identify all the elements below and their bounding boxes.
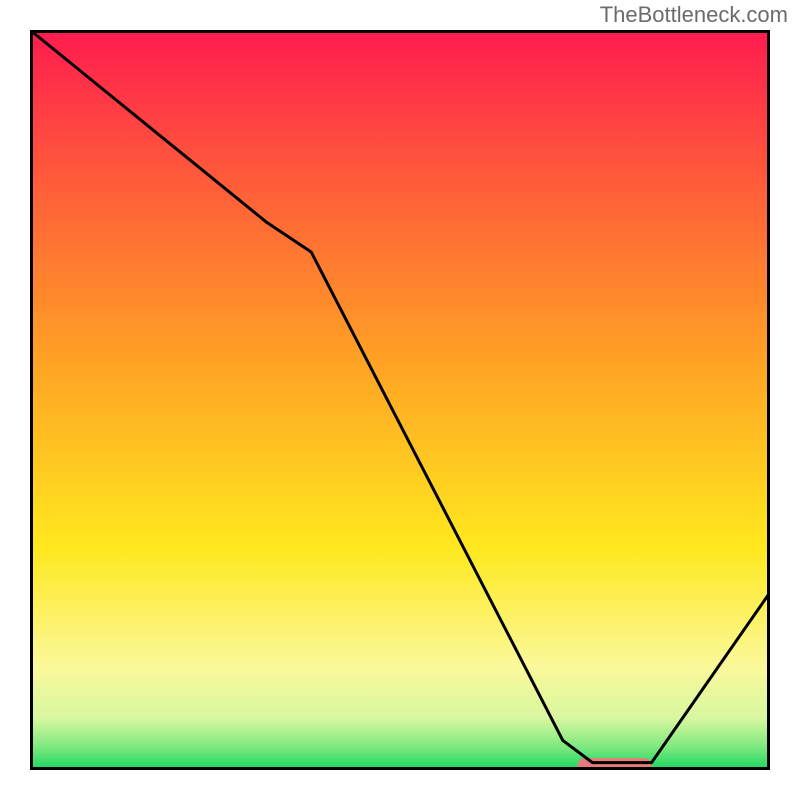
plot-area: [30, 30, 770, 770]
chart-svg: [30, 30, 770, 770]
gradient-background: [30, 30, 770, 770]
watermark-text: TheBottleneck.com: [600, 2, 788, 28]
chart-container: TheBottleneck.com: [0, 0, 800, 800]
